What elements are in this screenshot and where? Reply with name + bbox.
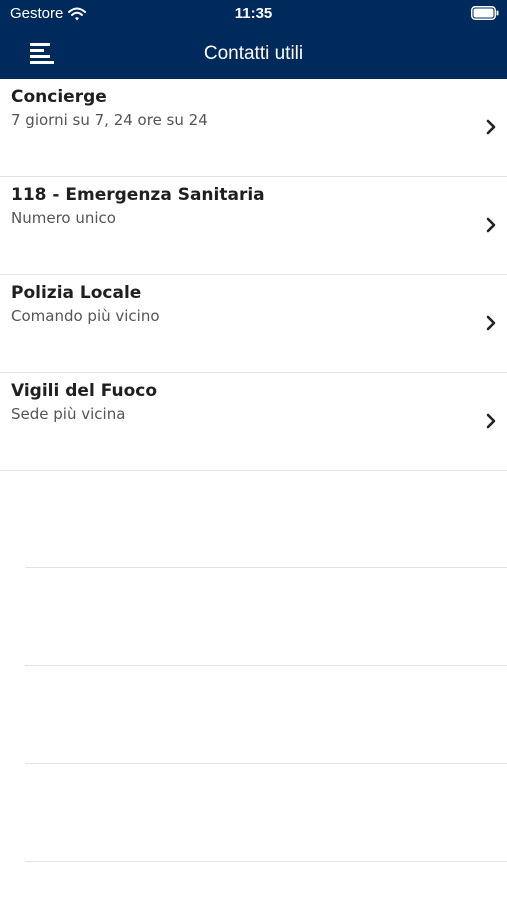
app-screen: Gestore 11:35 Contatti utili Concierge 7… bbox=[0, 0, 507, 900]
empty-row-separator bbox=[25, 665, 507, 666]
contact-title: 118 - Emergenza Sanitaria bbox=[11, 185, 265, 205]
empty-row-separator bbox=[25, 763, 507, 764]
empty-row-separator bbox=[25, 861, 507, 862]
contact-item-emergenza-sanitaria[interactable]: 118 - Emergenza Sanitaria Numero unico bbox=[0, 177, 507, 275]
contact-item-polizia-locale[interactable]: Polizia Locale Comando più vicino bbox=[0, 275, 507, 373]
nav-bar: Contatti utili bbox=[0, 28, 507, 79]
contact-subtitle: Sede più vicina bbox=[11, 405, 126, 423]
contact-subtitle: 7 giorni su 7, 24 ore su 24 bbox=[11, 111, 208, 129]
contact-title: Polizia Locale bbox=[11, 283, 142, 303]
contact-title: Concierge bbox=[11, 87, 107, 107]
status-bar: Gestore 11:35 bbox=[0, 0, 507, 28]
header: Gestore 11:35 Contatti utili bbox=[0, 0, 507, 79]
chevron-right-icon bbox=[486, 315, 496, 331]
contact-list: Concierge 7 giorni su 7, 24 ore su 24 11… bbox=[0, 79, 507, 471]
contact-item-concierge[interactable]: Concierge 7 giorni su 7, 24 ore su 24 bbox=[0, 79, 507, 177]
battery-icon bbox=[471, 6, 499, 20]
contact-subtitle: Comando più vicino bbox=[11, 307, 160, 325]
contact-subtitle: Numero unico bbox=[11, 209, 116, 227]
contact-title: Vigili del Fuoco bbox=[11, 381, 158, 401]
menu-button[interactable] bbox=[23, 39, 57, 67]
hamburger-menu-icon bbox=[30, 43, 54, 64]
page-title: Contatti utili bbox=[203, 43, 304, 64]
contact-item-vigili-del-fuoco[interactable]: Vigili del Fuoco Sede più vicina bbox=[0, 373, 507, 471]
status-time: 11:35 bbox=[234, 5, 273, 22]
chevron-right-icon bbox=[486, 119, 496, 135]
chevron-right-icon bbox=[486, 413, 496, 429]
chevron-right-icon bbox=[486, 217, 496, 233]
empty-row-separator bbox=[25, 567, 507, 568]
